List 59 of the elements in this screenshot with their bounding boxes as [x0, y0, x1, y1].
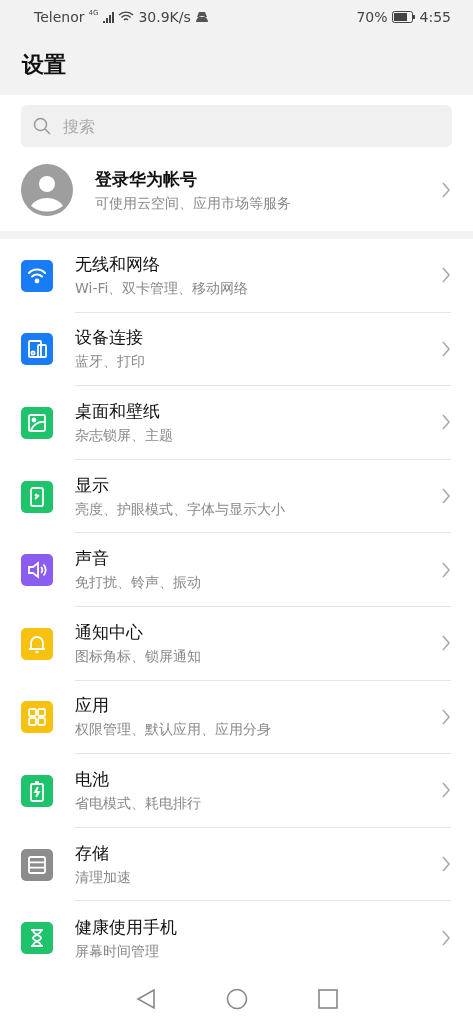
search-icon [33, 117, 51, 135]
item-subtitle: 杂志锁屏、主题 [75, 427, 174, 445]
item-subtitle: 免打扰、铃声、振动 [75, 574, 202, 593]
settings-item[interactable]: 无线和网络 Wi-Fi、双卡管理、移动网络 [0, 239, 473, 313]
back-icon[interactable] [135, 988, 156, 1011]
account-row[interactable]: 登录华为帐号 可使用云空间、应用市场等服务 [0, 149, 473, 231]
item-subtitle: Wi-Fi、双卡管理、移动网络 [75, 279, 250, 298]
item-title: 显示 [75, 473, 110, 497]
item-title: 健康使用手机 [75, 915, 178, 939]
settings-item[interactable]: 显示 亮度、护眼模式、字体与显示大小 [0, 459, 473, 534]
chevron-icon [441, 855, 451, 874]
item-title: 电池 [75, 767, 110, 791]
account-title: 登录华为帐号 [95, 167, 198, 191]
account-subtitle: 可使用云空间、应用市场等服务 [95, 194, 292, 213]
chevron-icon [441, 707, 451, 726]
settings-item[interactable]: 健康使用手机 屏幕时间管理 [0, 901, 473, 975]
item-subtitle: 屏幕时间管理 [75, 942, 160, 961]
item-subtitle: 亮度、护眼模式、字体与显示大小 [75, 500, 286, 519]
chevron-icon [441, 181, 451, 199]
settings-item[interactable]: 应用 权限管理、默认应用、应用分身 [0, 680, 473, 755]
settings-item[interactable]: 桌面和壁纸 杂志锁屏、主题 [0, 386, 473, 460]
item-title: 通知中心 [75, 620, 144, 644]
search-field[interactable]: 搜索 [61, 115, 452, 137]
recents-icon[interactable] [317, 989, 338, 1010]
chevron-icon [441, 929, 451, 948]
item-title: 存储 [75, 841, 110, 865]
settings-item[interactable]: 通知中心 图标角标、锁屏通知 [0, 606, 473, 681]
home-icon[interactable] [225, 988, 248, 1011]
chevron-icon [441, 560, 451, 579]
chevron-icon [441, 266, 451, 285]
chevron-icon [441, 339, 451, 358]
avatar-icon [21, 164, 73, 216]
network-speed: 30.9K/s [138, 9, 191, 25]
battery-percent: 70% [356, 9, 388, 25]
item-subtitle: 蓝牙、打印 [75, 353, 146, 372]
settings-item[interactable]: 声音 免打扰、铃声、振动 [0, 533, 473, 607]
item-subtitle: 清理加速 [75, 868, 132, 887]
wifi-icon [118, 11, 135, 23]
page-title: 设置 [22, 50, 66, 79]
item-title: 桌面和壁纸 [75, 400, 161, 423]
chevron-icon [441, 781, 451, 800]
item-subtitle: 权限管理、默认应用、应用分身 [75, 721, 272, 740]
search-bar[interactable]: 搜索 [21, 105, 452, 147]
chevron-icon [441, 413, 451, 432]
item-title: 声音 [75, 547, 110, 571]
item-subtitle: 省电模式、耗电排行 [75, 794, 202, 813]
battery-icon [391, 11, 416, 23]
item-subtitle: 图标角标、锁屏通知 [75, 647, 202, 666]
chevron-icon [441, 487, 451, 506]
settings-item[interactable]: 设备连接 蓝牙、打印 [0, 312, 473, 387]
item-title: 应用 [75, 694, 110, 718]
item-title: 无线和网络 [75, 252, 161, 276]
settings-item[interactable]: 存储 清理加速 [0, 827, 473, 902]
signal-icon [102, 11, 115, 23]
item-title: 设备连接 [75, 326, 144, 350]
clock-time: 4:55 [419, 9, 451, 25]
chevron-icon [441, 634, 451, 653]
carrier-name: Telenor [34, 9, 85, 25]
settings-item[interactable]: 电池 省电模式、耗电排行 [0, 754, 473, 828]
